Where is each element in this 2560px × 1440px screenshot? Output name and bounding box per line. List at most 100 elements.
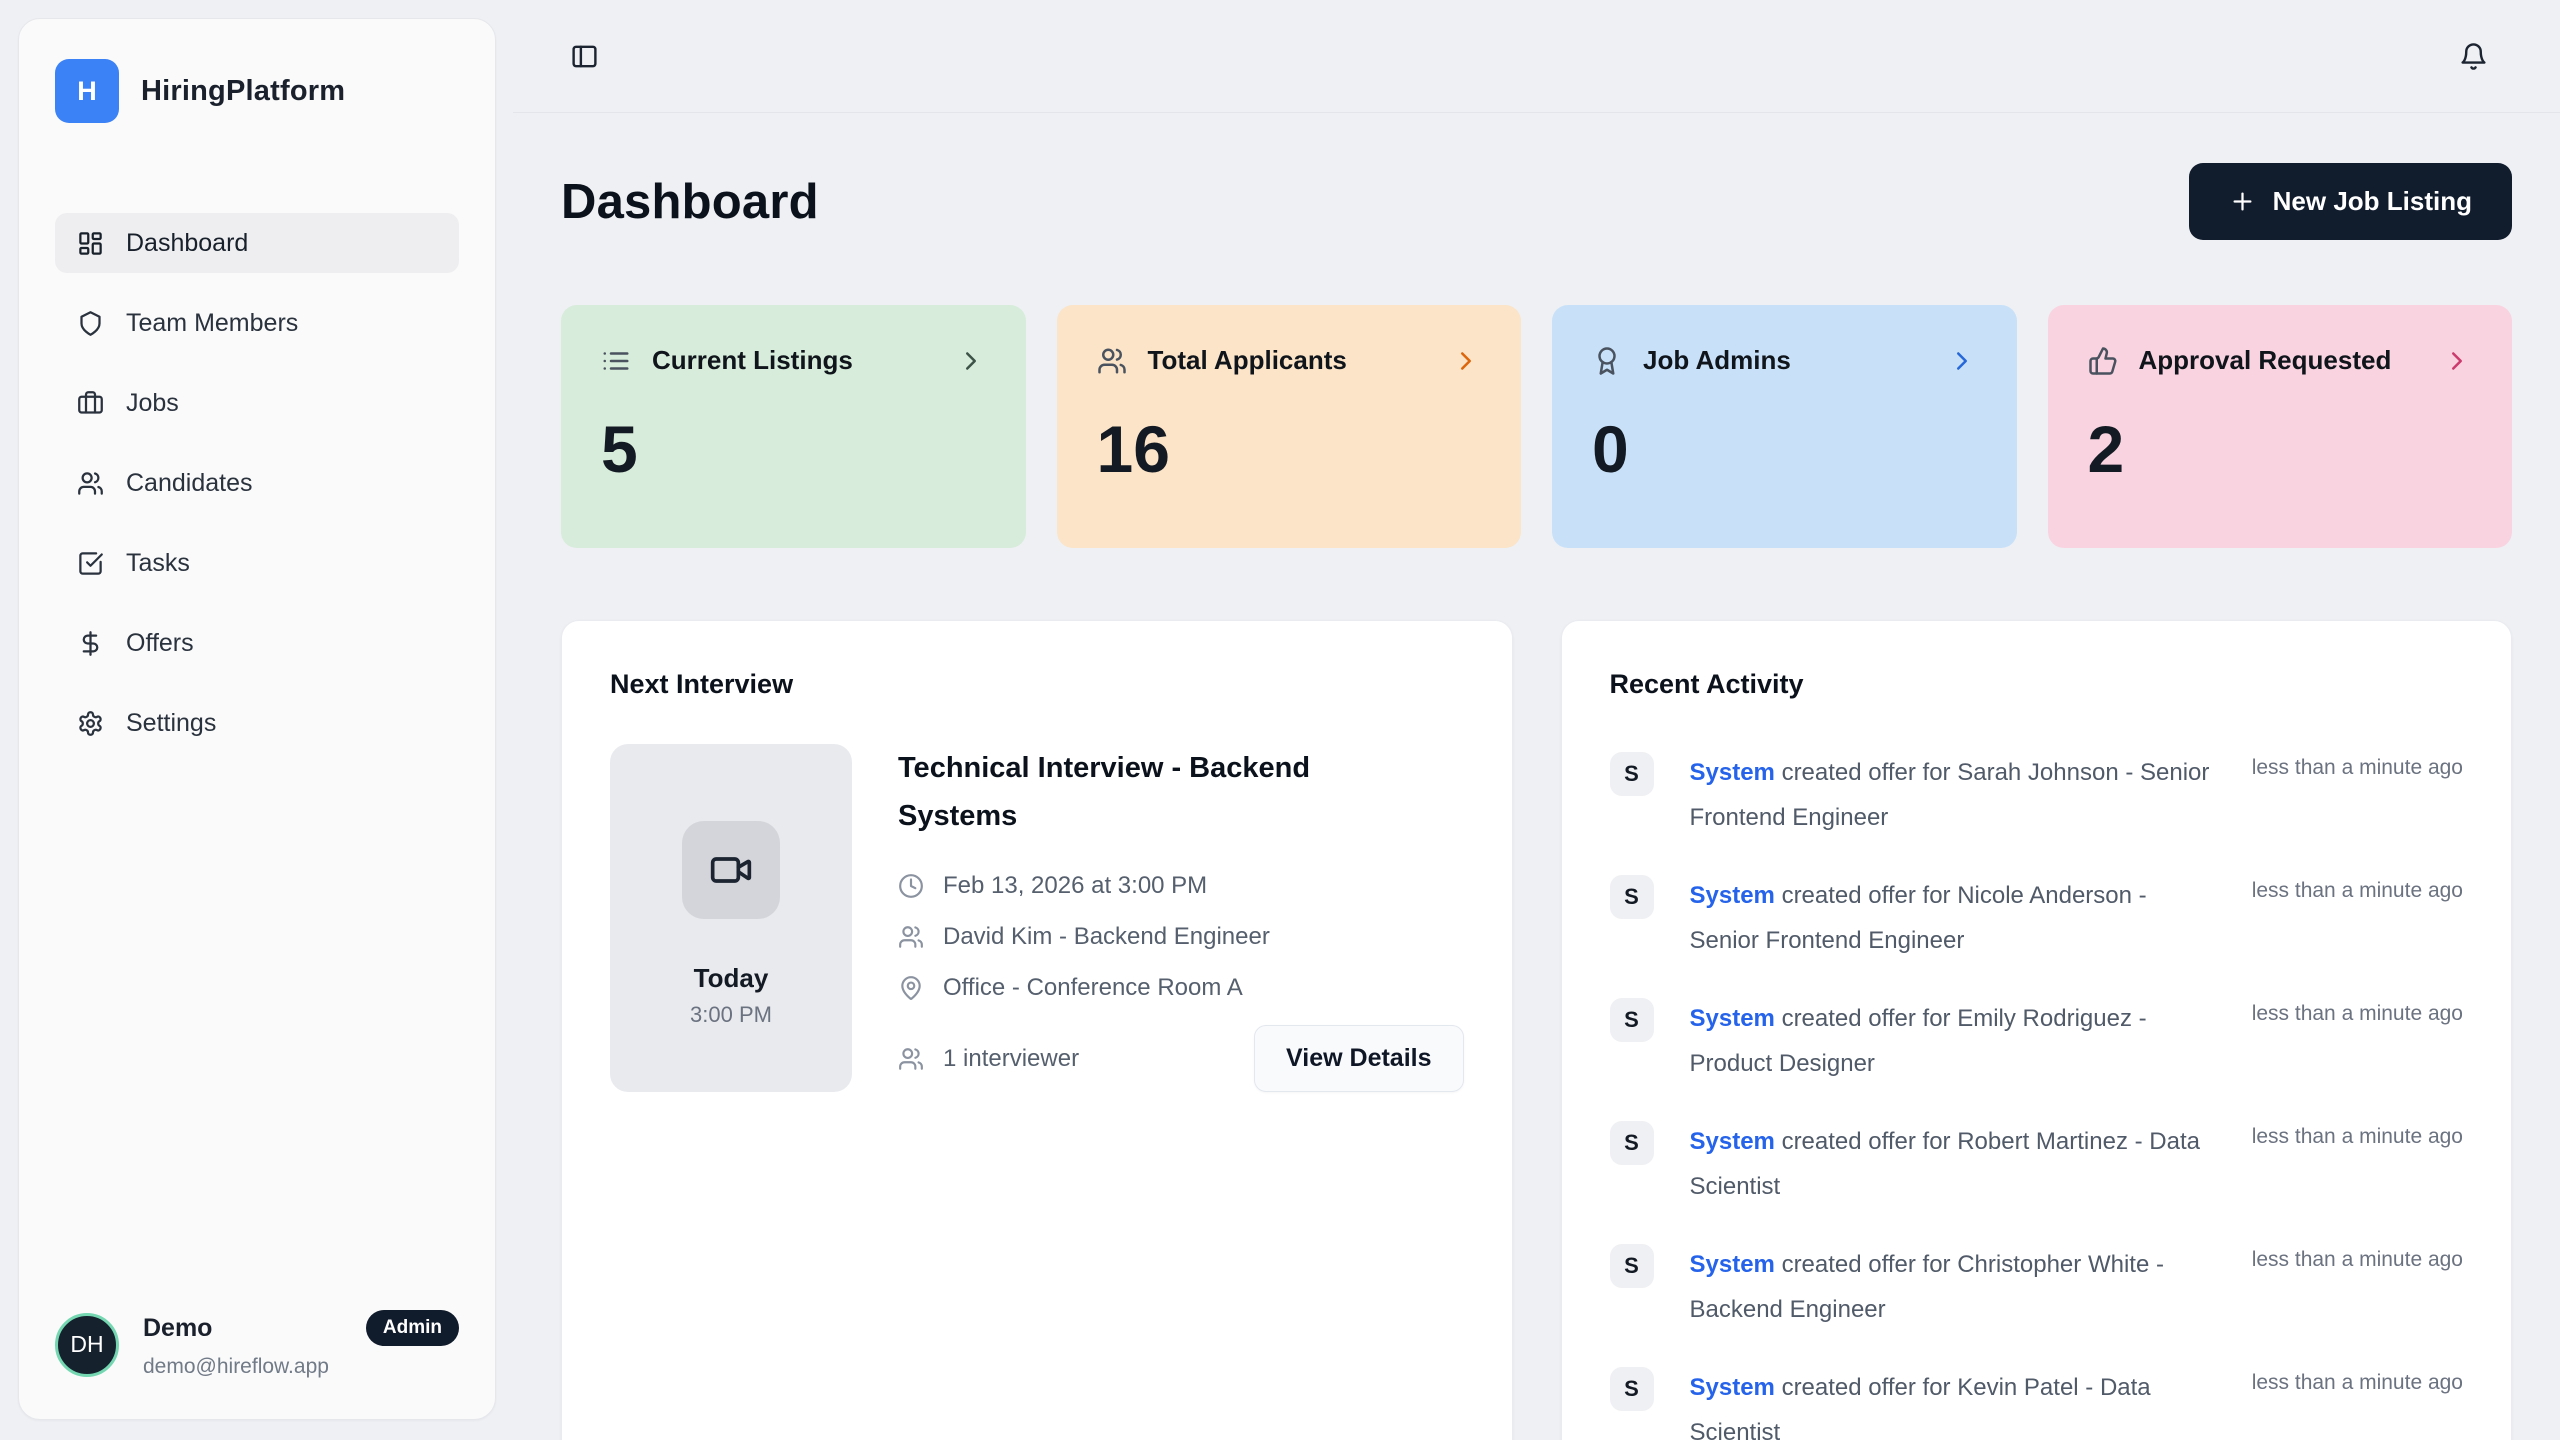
activity-item: S System created offer for Kevin Patel -… xyxy=(1610,1365,2464,1440)
video-icon-box xyxy=(682,821,780,919)
sidebar-item-candidates[interactable]: Candidates xyxy=(55,453,459,513)
interview-time-label: 3:00 PM xyxy=(690,1002,772,1028)
chevron-right-icon xyxy=(1451,346,1481,376)
activity-timestamp: less than a minute ago xyxy=(2252,1365,2463,1440)
activity-actor-link[interactable]: System xyxy=(1690,1005,1775,1032)
app-name: HiringPlatform xyxy=(141,75,345,108)
sidebar-item-label: Dashboard xyxy=(126,229,248,258)
interview-location-row: Office - Conference Room A xyxy=(898,974,1464,1002)
interview-day-label: Today xyxy=(694,963,769,994)
activity-avatar: S xyxy=(1610,1121,1654,1165)
sidebar-item-team-members[interactable]: Team Members xyxy=(55,293,459,353)
recent-activity-panel: Recent Activity S System created offer f… xyxy=(1561,620,2513,1440)
interviewer-count: 1 interviewer xyxy=(943,1045,1079,1073)
thumbs-up-icon xyxy=(2088,346,2118,376)
activity-timestamp: less than a minute ago xyxy=(2252,1119,2463,1209)
plus-icon xyxy=(2229,188,2256,215)
stat-label: Current Listings xyxy=(652,345,935,376)
user-name: Demo xyxy=(143,1314,212,1343)
activity-avatar: S xyxy=(1610,1244,1654,1288)
sidebar-item-label: Tasks xyxy=(126,549,190,578)
stat-value: 16 xyxy=(1097,414,1482,484)
interview-date-tile: Today 3:00 PM xyxy=(610,744,852,1092)
notifications-button[interactable] xyxy=(2459,42,2488,71)
users-icon xyxy=(898,924,924,950)
panel-left-icon xyxy=(570,42,599,71)
clock-icon xyxy=(898,873,924,899)
stat-label: Total Applicants xyxy=(1148,345,1431,376)
sidebar-item-offers[interactable]: Offers xyxy=(55,613,459,673)
topbar xyxy=(513,0,2560,113)
sidebar-item-jobs[interactable]: Jobs xyxy=(55,373,459,433)
activity-timestamp: less than a minute ago xyxy=(2252,1242,2463,1332)
sidebar-item-label: Team Members xyxy=(126,309,298,338)
activity-timestamp: less than a minute ago xyxy=(2252,996,2463,1086)
gear-icon xyxy=(77,710,104,737)
activity-actor-link[interactable]: System xyxy=(1690,1374,1775,1401)
users-icon xyxy=(1097,346,1127,376)
app-logo: H xyxy=(55,59,119,123)
stat-cards: Current Listings 5 Total Applicants 16 J… xyxy=(561,305,2512,548)
page-title: Dashboard xyxy=(561,174,819,230)
sidebar-toggle-button[interactable] xyxy=(570,42,599,71)
stat-label: Approval Requested xyxy=(2139,345,2422,376)
activity-avatar: S xyxy=(1610,875,1654,919)
list-icon xyxy=(601,346,631,376)
chevron-right-icon xyxy=(956,346,986,376)
user-menu[interactable]: DH Demo Admin demo@hireflow.app xyxy=(55,1310,459,1379)
activity-timestamp: less than a minute ago xyxy=(2252,873,2463,963)
activity-actor-link[interactable]: System xyxy=(1690,759,1775,786)
sidebar-item-tasks[interactable]: Tasks xyxy=(55,533,459,593)
interview-datetime-row: Feb 13, 2026 at 3:00 PM xyxy=(898,872,1464,900)
sidebar-item-label: Candidates xyxy=(126,469,252,498)
activity-actor-link[interactable]: System xyxy=(1690,1251,1775,1278)
video-camera-icon xyxy=(709,848,753,892)
activity-avatar: S xyxy=(1610,1367,1654,1411)
map-pin-icon xyxy=(898,975,924,1001)
user-info: Demo Admin demo@hireflow.app xyxy=(143,1310,459,1379)
stat-card-current-listings[interactable]: Current Listings 5 xyxy=(561,305,1026,548)
activity-item: S System created offer for Sarah Johnson… xyxy=(1610,750,2464,840)
brand[interactable]: H HiringPlatform xyxy=(55,59,459,123)
stat-value: 2 xyxy=(2088,414,2473,484)
activity-actor-link[interactable]: System xyxy=(1690,882,1775,909)
sidebar-item-label: Offers xyxy=(126,629,194,658)
sidebar-item-settings[interactable]: Settings xyxy=(55,693,459,753)
stat-card-total-applicants[interactable]: Total Applicants 16 xyxy=(1057,305,1522,548)
activity-actor-link[interactable]: System xyxy=(1690,1128,1775,1155)
interviewer-count-row: 1 interviewer xyxy=(898,1045,1079,1073)
app-logo-letter: H xyxy=(77,76,97,107)
activity-timestamp: less than a minute ago xyxy=(2252,750,2463,840)
bell-icon xyxy=(2459,42,2488,71)
new-job-listing-label: New Job Listing xyxy=(2273,186,2472,217)
sidebar-nav: Dashboard Team Members Jobs Candidates T… xyxy=(55,213,459,773)
interview-candidate: David Kim - Backend Engineer xyxy=(943,923,1270,951)
award-icon xyxy=(1592,346,1622,376)
layout-dashboard-icon xyxy=(77,230,104,257)
next-interview-panel: Next Interview Today 3:00 PM Technical I… xyxy=(561,620,1513,1440)
sidebar: H HiringPlatform Dashboard Team Members … xyxy=(18,18,496,1420)
sidebar-item-label: Jobs xyxy=(126,389,179,418)
view-details-button[interactable]: View Details xyxy=(1254,1025,1463,1092)
interview-datetime: Feb 13, 2026 at 3:00 PM xyxy=(943,872,1207,900)
stat-card-job-admins[interactable]: Job Admins 0 xyxy=(1552,305,2017,548)
sidebar-item-dashboard[interactable]: Dashboard xyxy=(55,213,459,273)
activity-item: S System created offer for Emily Rodrigu… xyxy=(1610,996,2464,1086)
dollar-sign-icon xyxy=(77,630,104,657)
new-job-listing-button[interactable]: New Job Listing xyxy=(2189,163,2512,240)
role-badge: Admin xyxy=(366,1310,459,1346)
activity-item: S System created offer for Nicole Anders… xyxy=(1610,873,2464,963)
chevron-right-icon xyxy=(1947,346,1977,376)
briefcase-icon xyxy=(77,390,104,417)
stat-value: 0 xyxy=(1592,414,1977,484)
square-check-icon xyxy=(77,550,104,577)
stat-value: 5 xyxy=(601,414,986,484)
stat-label: Job Admins xyxy=(1643,345,1926,376)
users-icon xyxy=(898,1046,924,1072)
shield-icon xyxy=(77,310,104,337)
next-interview-title: Next Interview xyxy=(610,669,1464,700)
sidebar-item-label: Settings xyxy=(126,709,216,738)
interview-candidate-row: David Kim - Backend Engineer xyxy=(898,923,1464,951)
main-content: Dashboard New Job Listing Current Listin… xyxy=(513,113,2560,1440)
stat-card-approval-requested[interactable]: Approval Requested 2 xyxy=(2048,305,2513,548)
